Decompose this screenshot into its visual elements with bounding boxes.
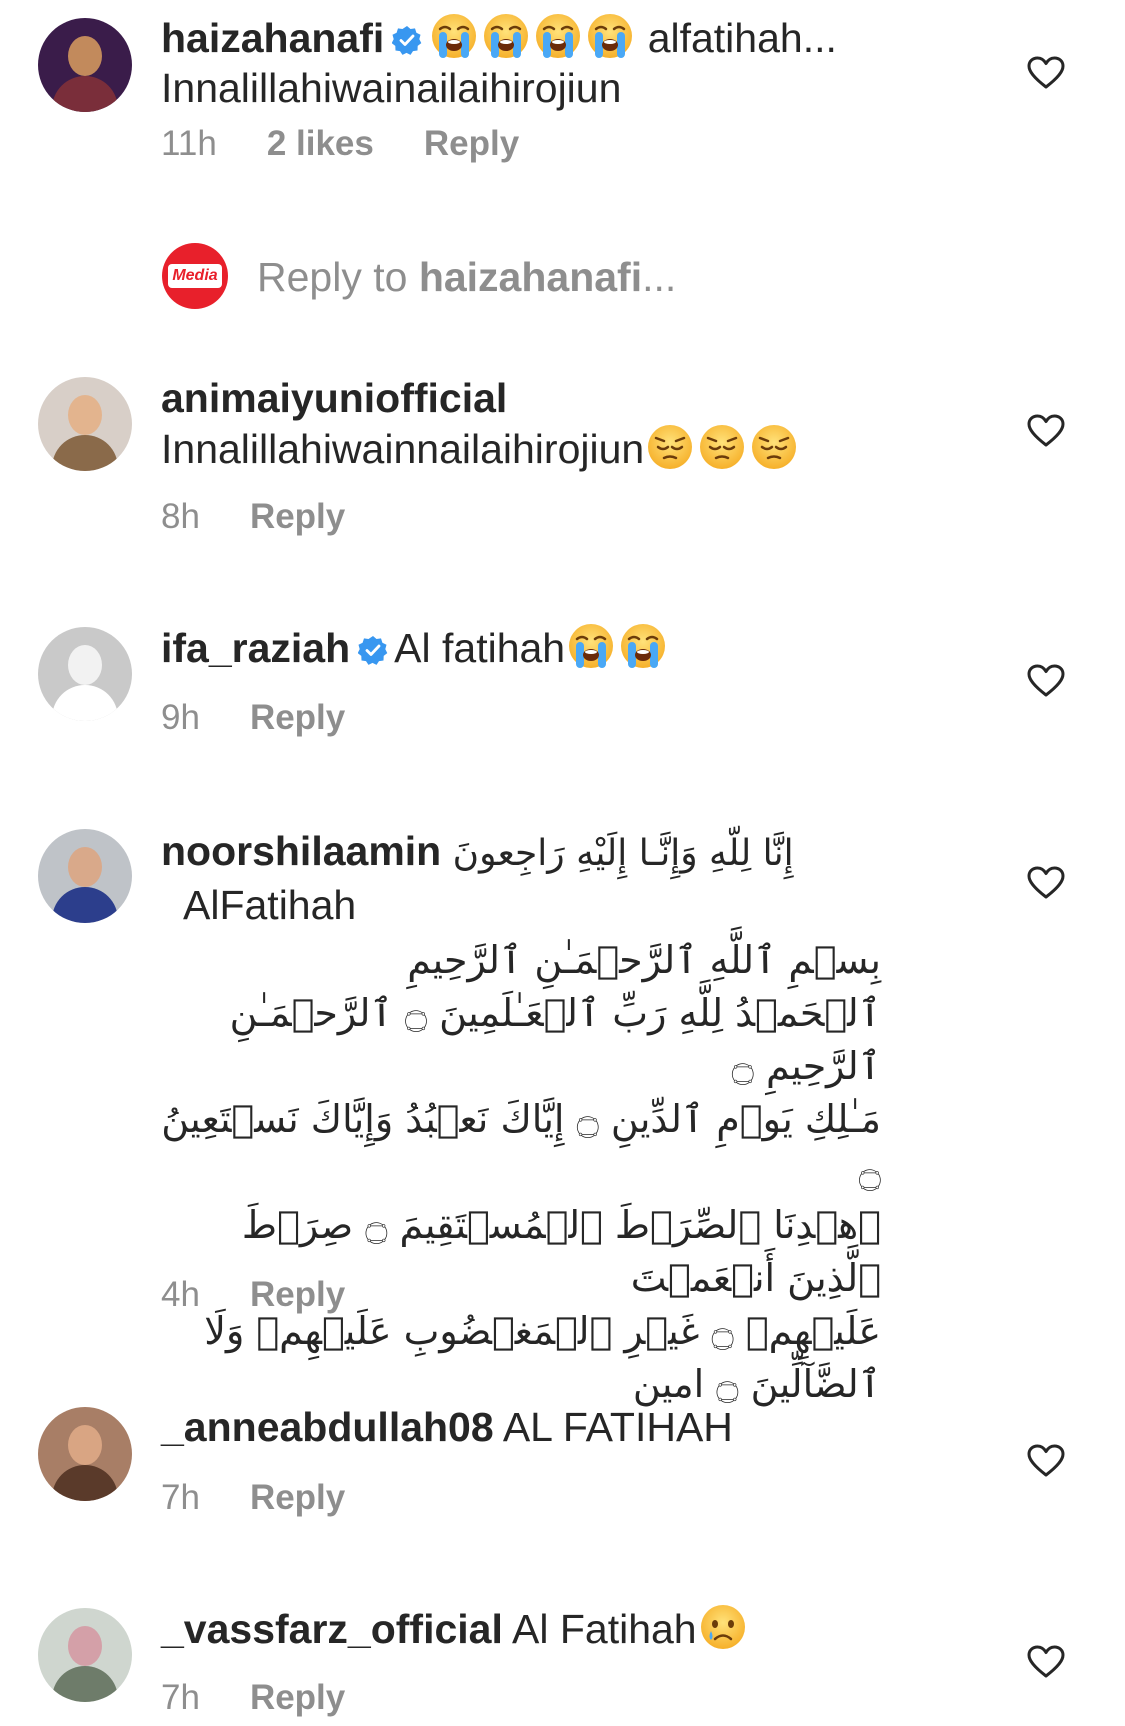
comment-text: AL FATIHAH — [502, 1404, 733, 1450]
loudly-crying-face-icon — [586, 12, 634, 60]
comment-text: Al Fatihah — [512, 1606, 697, 1652]
comment-body: _vassfarz_official Al Fatihah — [161, 1603, 1021, 1654]
reply-button[interactable]: Reply — [250, 1478, 345, 1518]
loudly-crying-face-icon — [567, 622, 615, 670]
crying-face-icon — [699, 1603, 747, 1651]
comment-meta: 7h Reply — [161, 1478, 345, 1518]
comment-username[interactable]: _vassfarz_official — [161, 1606, 503, 1652]
comment-time: 8h — [161, 497, 200, 536]
comment-text: alfatihah... — [647, 15, 837, 61]
comment-body: haizahanafi alfatihah... Innalillahiwain… — [161, 12, 1021, 113]
pensive-face-icon — [698, 423, 746, 471]
comment-body: animaiyuniofficial Innalillahiwainnailai… — [161, 373, 1021, 474]
reply-button[interactable]: Reply — [250, 497, 345, 537]
comment-meta: 4h Reply — [161, 1275, 345, 1315]
comment-time: 4h — [161, 1275, 200, 1314]
reply-button[interactable]: Reply — [250, 1275, 345, 1315]
comment-text: Al fatihah — [394, 625, 566, 671]
reply-input-placeholder[interactable]: Reply to haizahanafi... — [257, 254, 676, 301]
avatar[interactable] — [38, 627, 132, 721]
comment-body: noorshilaamin إِنَّا لِلّهِ وَإِنَّـا إِ… — [161, 826, 881, 1411]
avatar[interactable] — [38, 1407, 132, 1501]
comment-time: 7h — [161, 1678, 200, 1717]
comment-body: ifa_raziah Al fatihah — [161, 622, 1021, 673]
comment-time: 11h — [161, 124, 217, 163]
pensive-face-icon — [750, 423, 798, 471]
avatar[interactable] — [38, 377, 132, 471]
heart-icon[interactable] — [1027, 1444, 1065, 1478]
reply-target-username: haizahanafi — [418, 254, 643, 300]
comment-time: 7h — [161, 1478, 200, 1517]
loudly-crying-face-icon — [619, 622, 667, 670]
comment-meta: 11h 2 likes Reply — [161, 124, 519, 164]
comment-meta: 7h Reply — [161, 1678, 345, 1718]
comment-meta: 8h Reply — [161, 497, 345, 537]
logo: Media — [172, 267, 218, 284]
heart-icon[interactable] — [1027, 414, 1065, 448]
verified-badge-icon — [392, 25, 422, 55]
reply-suffix: ... — [642, 254, 677, 300]
avatar[interactable] — [38, 18, 132, 112]
comment-username[interactable]: _anneabdullah08 — [161, 1404, 494, 1450]
comment-text: Innalillahiwainailaihirojiun — [161, 65, 622, 111]
comment-time: 9h — [161, 698, 200, 737]
comment-text: Innalillahiwainnailaihirojiun — [161, 426, 645, 472]
comment-username[interactable]: haizahanafi — [161, 15, 384, 61]
comment-text: AlFatihah — [183, 882, 357, 928]
heart-icon[interactable] — [1027, 1645, 1065, 1679]
comment-meta: 9h Reply — [161, 698, 345, 738]
heart-icon[interactable] — [1027, 866, 1065, 900]
pensive-face-icon — [646, 423, 694, 471]
likes-count[interactable]: 2 likes — [267, 124, 374, 164]
reply-button[interactable]: Reply — [250, 1678, 345, 1718]
avatar: Media — [162, 243, 228, 309]
verified-badge-icon — [358, 635, 388, 665]
avatar[interactable] — [38, 829, 132, 923]
reply-prefix: Reply to — [257, 254, 419, 300]
comment-body: _anneabdullah08 AL FATIHAH — [161, 1402, 1021, 1452]
comment-text-arabic: إِنَّا لِلّهِ وَإِنَّـا إِلَيْهِ رَاجِعو… — [452, 833, 794, 874]
comment-text-arabic-line: مَـٰلِكِ يَوۡمِ ٱلدِّينِ ۝ إِيَّاكَ نَعۡ… — [161, 1097, 881, 1194]
loudly-crying-face-icon — [534, 12, 582, 60]
reply-button[interactable]: Reply — [424, 124, 519, 164]
loudly-crying-face-icon — [430, 12, 478, 60]
comment-username[interactable]: noorshilaamin — [161, 828, 441, 874]
reply-button[interactable]: Reply — [250, 698, 345, 738]
reply-composer[interactable]: Media Reply to haizahanafi... — [0, 238, 1125, 318]
comment-text-arabic-line: بِسۡمِ ٱللَّهِ ٱلرَّحۡمَـٰنِ ٱلرَّحِيمِ — [407, 938, 881, 982]
heart-icon[interactable] — [1027, 664, 1065, 698]
loudly-crying-face-icon — [482, 12, 530, 60]
avatar[interactable] — [38, 1608, 132, 1702]
comment-username[interactable]: animaiyuniofficial — [161, 375, 507, 421]
comment-username[interactable]: ifa_raziah — [161, 625, 350, 671]
comment-text-arabic-line: ٱلۡحَمۡدُ لِلَّهِ رَبِّ ٱلۡعَـٰلَمِينَ ۝… — [229, 991, 881, 1088]
heart-icon[interactable] — [1027, 56, 1065, 90]
